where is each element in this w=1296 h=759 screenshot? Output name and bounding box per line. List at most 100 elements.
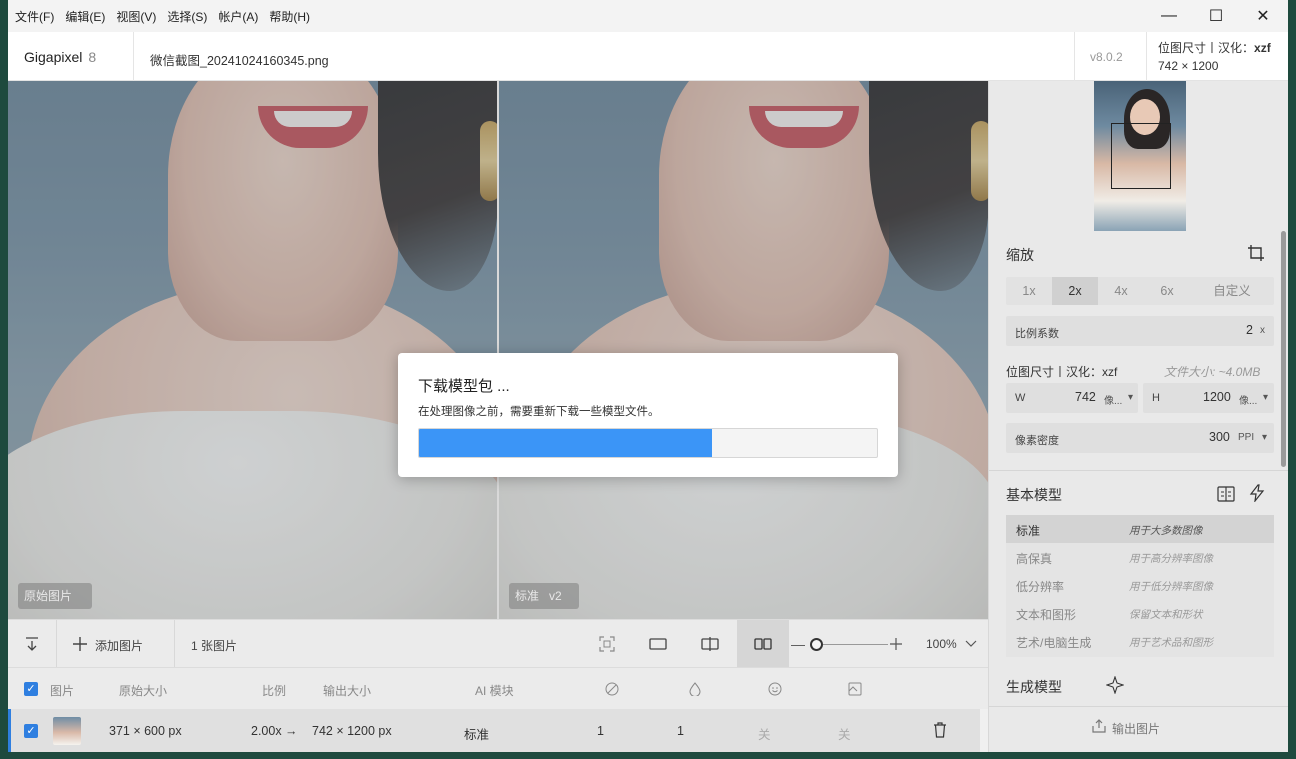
download-dialog: 下载模型包 ... 在处理图像之前，需要重新下载一些模型文件。 bbox=[398, 353, 898, 477]
zoom-out-icon[interactable]: — bbox=[788, 634, 808, 654]
lightning-icon[interactable] bbox=[1249, 484, 1265, 507]
navigator-viewport[interactable] bbox=[1111, 123, 1171, 189]
settings-panel: 缩放 1x 2x 4x 6x 自定义 比例系数 2 x 位图尺寸丨汉化：xzf … bbox=[988, 81, 1288, 752]
original-preview[interactable]: 原始图片 bbox=[8, 81, 498, 619]
close-button[interactable]: ✕ bbox=[1240, 0, 1286, 32]
row-recover: 关 bbox=[838, 724, 851, 743]
zoom-in-icon[interactable] bbox=[886, 634, 906, 654]
menu-help[interactable]: 帮助(H) bbox=[269, 8, 310, 25]
scale-factor-field[interactable]: 比例系数 2 x bbox=[1006, 316, 1274, 346]
add-image-button[interactable]: 添加图片 bbox=[95, 637, 143, 654]
row-model: 标准 bbox=[464, 724, 489, 743]
trash-icon[interactable] bbox=[933, 722, 947, 741]
row-sharpen: 1 bbox=[677, 724, 684, 738]
bottom-toolbar: 添加图片 1 张图片 — 100% bbox=[8, 619, 988, 667]
menu-view[interactable]: 视图(V) bbox=[116, 8, 156, 25]
basic-model-list: 标准 用于大多数图像 高保真 用于高分辨率图像 低分辨率 用于低分辨率图像 文本… bbox=[1006, 515, 1274, 657]
app-window: 文件(F) 编辑(E) 视图(V) 选择(S) 帐户(A) 帮助(H) — ☐ … bbox=[8, 0, 1288, 752]
navigator-thumbnail[interactable] bbox=[1094, 81, 1186, 231]
dialog-title: 下载模型包 ... bbox=[418, 375, 510, 396]
app-title: Gigapixel8 bbox=[24, 49, 96, 65]
row-scale: 2.00x → bbox=[251, 724, 298, 738]
col-scale: 比例 bbox=[262, 682, 286, 699]
model-option-high-fidelity[interactable]: 高保真 用于高分辨率图像 bbox=[1006, 543, 1274, 571]
compare-models-icon[interactable] bbox=[1217, 485, 1235, 508]
single-view-icon[interactable] bbox=[648, 634, 668, 654]
scale-option-4x[interactable]: 4x bbox=[1098, 277, 1144, 305]
model-option-standard[interactable]: 标准 用于大多数图像 bbox=[1006, 515, 1274, 543]
chevron-down-icon[interactable] bbox=[961, 634, 981, 654]
recover-icon bbox=[848, 682, 862, 699]
menu-file[interactable]: 文件(F) bbox=[15, 8, 54, 25]
minimize-button[interactable]: — bbox=[1146, 0, 1192, 32]
model-tag: 标准 v2 bbox=[509, 583, 579, 609]
width-unit-select[interactable]: 像... bbox=[1104, 392, 1122, 407]
caret-down-icon[interactable]: ▾ bbox=[1128, 392, 1133, 403]
face-icon bbox=[768, 682, 782, 699]
zoom-level[interactable]: 100% bbox=[926, 637, 957, 651]
sparkle-icon[interactable] bbox=[1106, 676, 1124, 699]
export-icon[interactable] bbox=[1092, 719, 1106, 738]
image-dimensions: 742 × 1200 bbox=[1158, 59, 1218, 73]
zoom-slider-knob[interactable] bbox=[810, 638, 823, 651]
menu-bar: 文件(F) 编辑(E) 视图(V) 选择(S) 帐户(A) 帮助(H) bbox=[8, 0, 1288, 32]
divider bbox=[1146, 32, 1147, 81]
width-value[interactable]: 742 bbox=[1075, 390, 1096, 404]
panel-scrollbar[interactable] bbox=[1281, 231, 1286, 467]
ppi-field[interactable]: 像素密度 300 PPI ▾ bbox=[1006, 423, 1274, 453]
scale-option-6x[interactable]: 6x bbox=[1144, 277, 1190, 305]
caret-down-icon[interactable]: ▾ bbox=[1263, 392, 1268, 403]
download-icon[interactable] bbox=[22, 634, 42, 654]
ppi-label: 像素密度 bbox=[1015, 432, 1059, 448]
col-original-size: 原始大小 bbox=[119, 682, 167, 699]
width-field[interactable]: W 742 像... ▾ bbox=[1006, 383, 1138, 413]
divider bbox=[133, 32, 134, 81]
row-denoise: 1 bbox=[597, 724, 604, 738]
focus-icon[interactable] bbox=[597, 634, 617, 654]
side-by-side-icon[interactable] bbox=[753, 634, 773, 654]
processed-preview[interactable]: 标准 v2 bbox=[499, 81, 988, 619]
basic-models-title: 基本模型 bbox=[1006, 485, 1062, 505]
scale-option-2x[interactable]: 2x bbox=[1052, 277, 1098, 305]
row-original-size: 371 × 600 px bbox=[109, 724, 182, 738]
model-option-art-cg[interactable]: 艺术/电脑生成 用于艺术品和图形 bbox=[1006, 627, 1274, 655]
table-row[interactable]: ✓ 371 × 600 px 2.00x → 742 × 1200 px 标准 … bbox=[8, 709, 980, 752]
file-size-estimate: 文件大小: ~4.0MB bbox=[1164, 363, 1260, 380]
col-ai-model: AI 模块 bbox=[475, 682, 514, 699]
preview-area[interactable]: 原始图片 标准 v2 bbox=[8, 81, 988, 619]
compare-divider[interactable] bbox=[497, 81, 499, 619]
ppi-value[interactable]: 300 bbox=[1209, 430, 1230, 444]
maximize-button[interactable]: ☐ bbox=[1193, 0, 1239, 32]
row-thumbnail bbox=[53, 717, 81, 745]
table-header: ✓ 图片 原始大小 比例 输出大小 AI 模块 bbox=[8, 667, 988, 709]
generative-models-title: 生成模型 bbox=[1006, 677, 1062, 697]
scale-option-1x[interactable]: 1x bbox=[1006, 277, 1052, 305]
ppi-unit[interactable]: PPI bbox=[1238, 432, 1254, 443]
menu-account[interactable]: 帐户(A) bbox=[218, 8, 258, 25]
menu-select[interactable]: 选择(S) bbox=[167, 8, 207, 25]
model-option-text-graphics[interactable]: 文本和图形 保留文本和形状 bbox=[1006, 599, 1274, 627]
height-unit-select[interactable]: 像... bbox=[1239, 392, 1257, 407]
model-option-low-resolution[interactable]: 低分辨率 用于低分辨率图像 bbox=[1006, 571, 1274, 599]
height-field[interactable]: H 1200 像... ▾ bbox=[1143, 383, 1274, 413]
split-view-icon[interactable] bbox=[700, 634, 720, 654]
crop-icon[interactable] bbox=[1247, 244, 1265, 267]
height-value[interactable]: 1200 bbox=[1203, 390, 1231, 404]
original-tag: 原始图片 bbox=[18, 583, 92, 609]
select-all-checkbox[interactable]: ✓ bbox=[24, 682, 38, 696]
col-image: 图片 bbox=[50, 682, 74, 699]
scale-factor-label: 比例系数 bbox=[1015, 325, 1059, 341]
image-size-label: 位图尺寸丨汉化：xzf bbox=[1158, 39, 1271, 56]
dialog-message: 在处理图像之前，需要重新下载一些模型文件。 bbox=[418, 403, 660, 419]
menu-edit[interactable]: 编辑(E) bbox=[65, 8, 105, 25]
scale-factor-value[interactable]: 2 bbox=[1246, 323, 1253, 337]
row-checkbox[interactable]: ✓ bbox=[24, 724, 38, 738]
size-label: 位图尺寸丨汉化：xzf bbox=[1006, 363, 1117, 380]
scale-option-custom[interactable]: 自定义 bbox=[1190, 277, 1274, 305]
download-progress-bar bbox=[418, 428, 878, 458]
scale-section-title: 缩放 bbox=[1006, 245, 1034, 265]
caret-down-icon[interactable]: ▾ bbox=[1262, 432, 1267, 443]
add-icon[interactable] bbox=[70, 634, 90, 654]
export-button[interactable]: 输出图片 bbox=[1112, 720, 1160, 737]
zoom-slider-track[interactable] bbox=[816, 644, 888, 645]
